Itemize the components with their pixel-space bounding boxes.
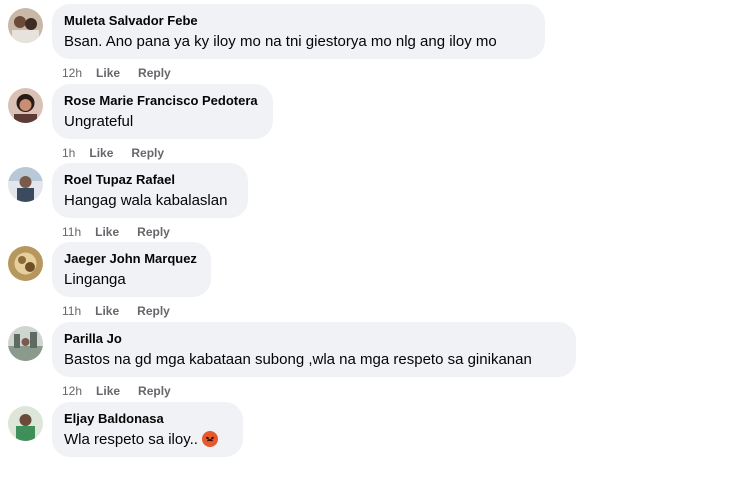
comment-bubble: Parilla Jo Bastos na gd mga kabataan sub…	[52, 322, 576, 377]
comment-text: Bsan. Ano pana ya ky iloy mo na tni gies…	[64, 33, 497, 50]
comment-text-content: Wla respeto sa iloy..	[64, 431, 198, 448]
avatar-image	[8, 167, 43, 202]
comment-time[interactable]: 11h	[62, 304, 81, 318]
reply-button[interactable]: Reply	[138, 384, 171, 398]
comment-text: Ungrateful	[64, 113, 134, 130]
comment-meta: 1h Like Reply	[62, 145, 164, 161]
comment-text: Wla respeto sa iloy..	[64, 430, 231, 450]
comment: Muleta Salvador Febe Bsan. Ano pana ya k…	[0, 4, 750, 84]
comment-bubble: Eljay Baldonasa Wla respeto sa iloy..	[52, 402, 243, 457]
comment: Jaeger John Marquez Linganga 11h Like Repl…	[0, 242, 750, 322]
comment-text: Bastos na gd mga kabataan subong ,wla na…	[64, 351, 532, 368]
comment: Roel Tupaz Rafael Hangag wala kabalaslan…	[0, 163, 750, 243]
comment: Eljay Baldonasa Wla respeto sa iloy..	[0, 402, 750, 482]
comment-bubble: Roel Tupaz Rafael Hangag wala kabalaslan	[52, 163, 248, 218]
avatar-image	[8, 326, 43, 361]
like-button[interactable]: Like	[95, 304, 119, 318]
comment-bubble: Rose Marie Francisco Pedotera Ungrateful	[52, 84, 273, 139]
reply-button[interactable]: Reply	[138, 66, 171, 80]
like-button[interactable]: Like	[96, 66, 120, 80]
avatar[interactable]	[8, 88, 43, 123]
comment-time[interactable]: 1h	[62, 146, 75, 160]
comment-author[interactable]: Muleta Salvador Febe	[64, 12, 533, 29]
avatar[interactable]	[8, 167, 43, 202]
avatar-image	[8, 406, 43, 441]
comment-time[interactable]: 12h	[62, 66, 82, 80]
comment-author[interactable]: Rose Marie Francisco Pedotera	[64, 92, 261, 109]
like-button[interactable]: Like	[96, 384, 120, 398]
comment-meta: 12h Like Reply	[62, 65, 171, 81]
avatar[interactable]	[8, 406, 43, 441]
comment-author[interactable]: Parilla Jo	[64, 330, 564, 347]
comment-bubble: Muleta Salvador Febe Bsan. Ano pana ya k…	[52, 4, 545, 59]
comment-meta: 12h Like Reply	[62, 383, 171, 399]
comment: Parilla Jo Bastos na gd mga kabataan sub…	[0, 322, 750, 402]
comment-time[interactable]: 12h	[62, 384, 82, 398]
comment: Rose Marie Francisco Pedotera Ungrateful…	[0, 84, 750, 164]
avatar[interactable]	[8, 8, 43, 43]
comment-author[interactable]: Jaeger John Marquez	[64, 250, 199, 267]
comment-meta: 11h Like Reply	[62, 224, 170, 240]
avatar[interactable]	[8, 246, 43, 281]
avatar-image	[8, 8, 43, 43]
comment-meta: 11h Like Reply	[62, 303, 170, 319]
reply-button[interactable]: Reply	[131, 146, 164, 160]
comment-text: Hangag wala kabalaslan	[64, 192, 228, 209]
reply-button[interactable]: Reply	[137, 225, 170, 239]
comment-author[interactable]: Eljay Baldonasa	[64, 410, 231, 427]
like-button[interactable]: Like	[89, 146, 113, 160]
avatar[interactable]	[8, 326, 43, 361]
avatar-image	[8, 246, 43, 281]
comment-bubble: Jaeger John Marquez Linganga	[52, 242, 211, 297]
comment-text: Linganga	[64, 271, 126, 288]
pouting-face-icon	[201, 431, 218, 447]
comment-author[interactable]: Roel Tupaz Rafael	[64, 171, 236, 188]
avatar-image	[8, 88, 43, 123]
comment-time[interactable]: 11h	[62, 225, 81, 239]
reply-button[interactable]: Reply	[137, 304, 170, 318]
like-button[interactable]: Like	[95, 225, 119, 239]
